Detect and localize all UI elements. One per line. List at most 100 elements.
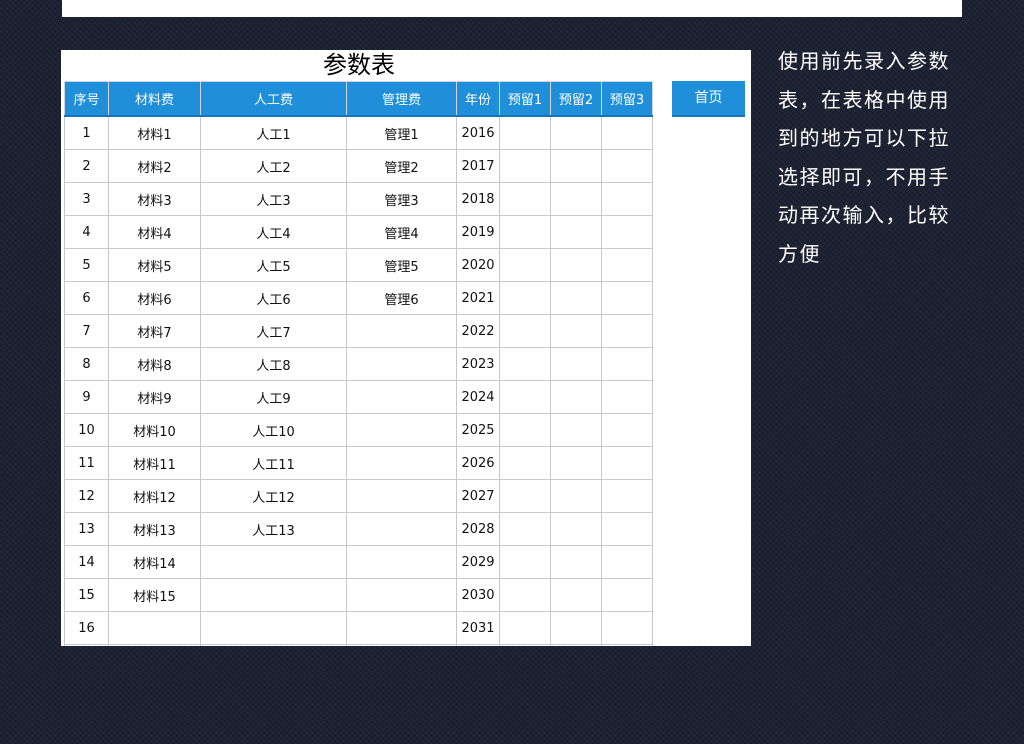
table-cell[interactable]: 材料3 [108, 182, 201, 216]
table-cell[interactable]: 2019 [456, 215, 500, 249]
table-cell[interactable]: 2 [64, 149, 109, 183]
table-cell[interactable] [200, 578, 347, 612]
table-cell[interactable] [346, 611, 457, 645]
table-cell[interactable]: 2030 [456, 578, 500, 612]
table-cell[interactable]: 材料5 [108, 248, 201, 282]
table-cell[interactable] [499, 413, 551, 447]
table-cell[interactable] [550, 248, 602, 282]
table-cell[interactable] [499, 479, 551, 513]
table-cell[interactable]: 2026 [456, 446, 500, 480]
table-cell[interactable]: 材料15 [108, 578, 201, 612]
table-cell[interactable]: 7 [64, 314, 109, 348]
table-cell[interactable] [499, 446, 551, 480]
table-cell[interactable]: 2023 [456, 347, 500, 381]
table-cell[interactable] [200, 611, 347, 645]
table-cell[interactable]: 5 [64, 248, 109, 282]
table-cell[interactable] [346, 545, 457, 579]
table-cell[interactable] [499, 578, 551, 612]
table-cell[interactable]: 2017 [456, 149, 500, 183]
table-cell[interactable] [601, 644, 653, 646]
table-cell[interactable] [346, 380, 457, 414]
table-cell[interactable]: 管理2 [346, 149, 457, 183]
table-cell[interactable]: 管理6 [346, 281, 457, 315]
table-cell[interactable] [550, 182, 602, 216]
table-cell[interactable]: 人工11 [200, 446, 347, 480]
column-header-reserve-3[interactable]: 预留3 [601, 81, 653, 117]
table-cell[interactable]: 人工13 [200, 512, 347, 546]
table-cell[interactable] [601, 611, 653, 645]
table-cell[interactable] [499, 347, 551, 381]
table-cell[interactable] [346, 578, 457, 612]
table-cell[interactable]: 人工7 [200, 314, 347, 348]
table-cell[interactable] [601, 446, 653, 480]
table-cell[interactable]: 管理4 [346, 215, 457, 249]
table-cell[interactable] [550, 314, 602, 348]
table-cell[interactable] [499, 611, 551, 645]
table-cell[interactable]: 人工6 [200, 281, 347, 315]
table-cell[interactable]: 2016 [456, 115, 500, 150]
table-cell[interactable] [550, 215, 602, 249]
table-cell[interactable]: 11 [64, 446, 109, 480]
table-cell[interactable]: 材料9 [108, 380, 201, 414]
table-cell[interactable]: 材料7 [108, 314, 201, 348]
table-cell[interactable]: 13 [64, 512, 109, 546]
table-cell[interactable]: 材料2 [108, 149, 201, 183]
table-cell[interactable] [601, 248, 653, 282]
table-cell[interactable]: 人工10 [200, 413, 347, 447]
table-cell[interactable]: 材料11 [108, 446, 201, 480]
table-cell[interactable]: 2022 [456, 314, 500, 348]
table-cell[interactable] [499, 215, 551, 249]
table-cell[interactable]: 人工3 [200, 182, 347, 216]
column-header-labor[interactable]: 人工费 [200, 81, 347, 117]
table-cell[interactable]: 材料8 [108, 347, 201, 381]
table-cell[interactable]: 12 [64, 479, 109, 513]
table-cell[interactable] [601, 215, 653, 249]
table-cell[interactable] [346, 314, 457, 348]
table-cell[interactable] [108, 644, 201, 646]
table-cell[interactable] [346, 446, 457, 480]
table-cell[interactable] [550, 644, 602, 646]
table-cell[interactable] [499, 115, 551, 150]
column-header-management[interactable]: 管理费 [346, 81, 457, 117]
column-header-material[interactable]: 材料费 [108, 81, 201, 117]
table-cell[interactable]: 6 [64, 281, 109, 315]
table-cell[interactable]: 管理1 [346, 115, 457, 150]
table-cell[interactable]: 人工1 [200, 115, 347, 150]
table-cell[interactable]: 10 [64, 413, 109, 447]
table-cell[interactable]: 2031 [456, 611, 500, 645]
table-cell[interactable] [499, 281, 551, 315]
table-cell[interactable]: 人工5 [200, 248, 347, 282]
table-cell[interactable] [550, 380, 602, 414]
table-cell[interactable]: 2024 [456, 380, 500, 414]
table-cell[interactable] [550, 578, 602, 612]
table-cell[interactable] [601, 545, 653, 579]
table-cell[interactable]: 1 [64, 115, 109, 150]
table-cell[interactable]: 2027 [456, 479, 500, 513]
table-cell[interactable] [499, 248, 551, 282]
table-cell[interactable]: 15 [64, 578, 109, 612]
table-cell[interactable] [499, 380, 551, 414]
table-cell[interactable]: 2018 [456, 182, 500, 216]
table-cell[interactable]: 材料10 [108, 413, 201, 447]
table-cell[interactable] [456, 644, 500, 646]
table-cell[interactable] [550, 149, 602, 183]
table-cell[interactable]: 3 [64, 182, 109, 216]
table-cell[interactable]: 人工8 [200, 347, 347, 381]
table-cell[interactable] [601, 182, 653, 216]
table-cell[interactable]: 材料14 [108, 545, 201, 579]
column-header-reserve-1[interactable]: 预留1 [499, 81, 551, 117]
table-cell[interactable] [601, 380, 653, 414]
table-cell[interactable] [601, 347, 653, 381]
table-cell[interactable]: 4 [64, 215, 109, 249]
table-cell[interactable] [601, 149, 653, 183]
table-cell[interactable] [601, 115, 653, 150]
table-cell[interactable]: 管理5 [346, 248, 457, 282]
table-cell[interactable] [499, 545, 551, 579]
table-cell[interactable] [499, 644, 551, 646]
table-cell[interactable] [499, 314, 551, 348]
table-cell[interactable]: 人工9 [200, 380, 347, 414]
table-cell[interactable]: 材料12 [108, 479, 201, 513]
table-cell[interactable] [499, 512, 551, 546]
table-cell[interactable] [601, 479, 653, 513]
column-header-reserve-2[interactable]: 预留2 [550, 81, 602, 117]
